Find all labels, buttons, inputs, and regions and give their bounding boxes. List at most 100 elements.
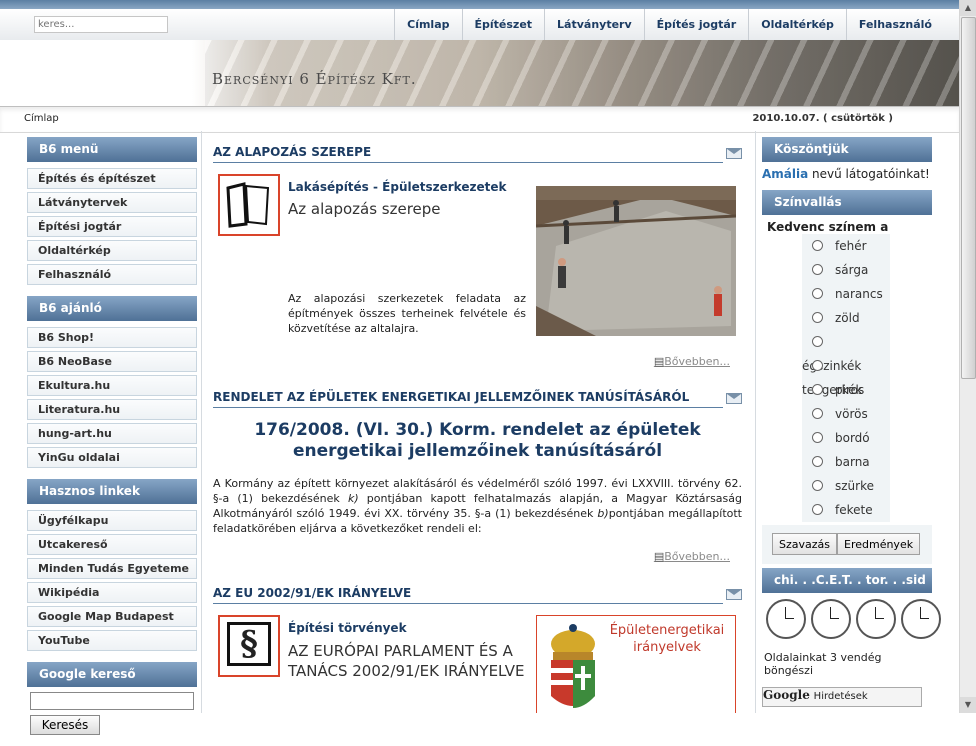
- clock-icon: [901, 599, 941, 639]
- hungarian-coat-of-arms-icon: [537, 616, 597, 713]
- link-google-map[interactable]: Google Map Budapest: [27, 606, 197, 627]
- radio-icon: [812, 312, 823, 323]
- breadcrumb-bar: Címlap 2010.10.07. ( csütörtök ): [0, 106, 960, 133]
- page-scrollbar[interactable]: ▲ ▼: [959, 0, 976, 713]
- poll-option[interactable]: fekete: [802, 498, 890, 522]
- email-icon[interactable]: [726, 148, 742, 159]
- poll-option[interactable]: bordó: [802, 426, 890, 450]
- email-icon[interactable]: [726, 393, 742, 404]
- link-ugyfelkapu[interactable]: Ügyfélkapu: [27, 510, 197, 531]
- scroll-thumb[interactable]: [961, 17, 976, 379]
- google-search-title: Google kereső: [27, 662, 197, 687]
- decree-heading: 176/2008. (VI. 30.) Korm. rendelet az ép…: [254, 420, 701, 461]
- radio-icon: [812, 480, 823, 491]
- menu-item-jogtar[interactable]: Építési jogtár: [27, 216, 197, 237]
- site-logo-text[interactable]: Bercsényi 6 Építész Kft.: [212, 70, 417, 88]
- results-button[interactable]: Eredmények: [837, 533, 921, 555]
- scroll-up-icon[interactable]: ▲: [960, 0, 976, 16]
- google-search-button[interactable]: Keresés: [30, 715, 100, 735]
- poll-option[interactable]: barna: [802, 450, 890, 474]
- poll-option[interactable]: zöld: [802, 306, 890, 330]
- useful-links-title: Hasznos linkek: [27, 479, 197, 504]
- vote-button[interactable]: Szavazás: [772, 533, 837, 555]
- clock-icon: [856, 599, 896, 639]
- link-wikipedia[interactable]: Wikipédia: [27, 582, 197, 603]
- menu-item-epites[interactable]: Építés és építészet: [27, 168, 197, 189]
- breadcrumb-home[interactable]: Címlap: [24, 113, 59, 124]
- current-date: 2010.10.07. ( csütörtök ): [752, 113, 893, 124]
- article-rendelet: RENDELET AZ ÉPÜLETEK ENERGETIKAI JELLEMZ…: [213, 390, 742, 570]
- poll-buttons: Szavazás Eredmények: [762, 525, 932, 564]
- nav-oldalterkep[interactable]: Oldaltérkép: [748, 9, 846, 40]
- welcome-title: Köszöntjük: [762, 137, 932, 162]
- radio-icon: [812, 456, 823, 467]
- article-eu-iranyelv: AZ EU 2002/91/EK IRÁNYELVE § Építési tör…: [213, 586, 742, 713]
- google-logo: Google: [763, 688, 810, 702]
- menu-item-felhasznalo[interactable]: Felhasználó: [27, 264, 197, 285]
- top-strip: [0, 0, 960, 9]
- poll-option[interactable]: szürke: [802, 474, 890, 498]
- foundation-photo: [535, 186, 737, 336]
- energy-directive-image: Épületenergetikai irányelvek: [536, 615, 736, 713]
- site-search-input[interactable]: [34, 16, 168, 33]
- ajanlo-ekultura[interactable]: Ekultura.hu: [27, 375, 197, 396]
- book-icon: [218, 174, 280, 236]
- ajanlo-b6-shop[interactable]: B6 Shop!: [27, 327, 197, 348]
- nav-epites-jogtar[interactable]: Építés jogtár: [643, 9, 749, 40]
- radio-icon: [812, 384, 823, 395]
- read-more-link[interactable]: Bővebben...: [654, 550, 730, 563]
- link-utcakereso[interactable]: Utcakereső: [27, 534, 197, 555]
- article-subtitle[interactable]: Az alapozás szerepe: [288, 200, 441, 218]
- poll-title: Színvallás: [762, 190, 932, 215]
- poll-option[interactable]: vörös: [802, 402, 890, 426]
- article-title[interactable]: RENDELET AZ ÉPÜLETEK ENERGETIKAI JELLEMZ…: [213, 390, 723, 408]
- email-icon[interactable]: [726, 589, 742, 600]
- poll-option[interactable]: piros: [802, 378, 890, 402]
- welcome-message: Amália nevű látogatóinkat!: [762, 167, 930, 181]
- scroll-down-icon[interactable]: ▼: [960, 697, 976, 713]
- article-title[interactable]: AZ EU 2002/91/EK IRÁNYELVE: [213, 586, 723, 604]
- google-search-input[interactable]: [30, 692, 194, 710]
- menu-item-oldalterkep[interactable]: Oldaltérkép: [27, 240, 197, 261]
- article-title[interactable]: AZ ALAPOZÁS SZEREPE: [213, 145, 723, 163]
- decree-text: A Kormány az épített környezet alakításá…: [213, 477, 742, 535]
- b6-ajanlo-title: B6 ajánló: [27, 296, 197, 321]
- menu-item-latvanytervek[interactable]: Látványtervek: [27, 192, 197, 213]
- poll-options: fehér sárga narancs zöld égszinkék tenge…: [802, 234, 890, 522]
- ajanlo-yingu[interactable]: YinGu oldalai: [27, 447, 197, 468]
- paragraph-sign-icon: §: [218, 615, 280, 677]
- google-search-box: Google kereső Keresés: [27, 662, 197, 735]
- radio-icon: [812, 360, 823, 371]
- link-mte[interactable]: Minden Tudás Egyeteme: [27, 558, 197, 579]
- b6-menu-title: B6 menü: [27, 137, 197, 162]
- useful-links-box: Hasznos linkek Ügyfélkapu Utcakereső Min…: [27, 479, 197, 651]
- visitors-count: Oldalainkat 3 vendég böngészi: [764, 651, 882, 677]
- article-subtitle[interactable]: AZ EURÓPAI PARLAMENT ÉS A TANÁCS 2002/91…: [288, 641, 528, 681]
- poll-question: Kedvenc színem a: [767, 220, 889, 234]
- clock-icon: [766, 599, 806, 639]
- poll-option[interactable]: sárga: [802, 258, 890, 282]
- article-alapozas: AZ ALAPOZÁS SZEREPE Lakásépítés - Épület…: [213, 145, 742, 375]
- right-sidebar: Köszöntjük Amália nevű látogatóinkat! Sz…: [762, 137, 941, 707]
- radio-icon: [812, 336, 823, 347]
- article-category[interactable]: Építési törvények: [288, 621, 407, 635]
- nav-epiteszet[interactable]: Építészet: [461, 9, 545, 40]
- welcome-name[interactable]: Amália: [762, 167, 808, 181]
- article-category[interactable]: Lakásépítés - Épületszerkezetek: [288, 180, 506, 194]
- poll-option[interactable]: fehér: [802, 234, 890, 258]
- google-ads-box[interactable]: Google Hirdetések: [762, 687, 922, 707]
- ajanlo-b6-neobase[interactable]: B6 NeoBase: [27, 351, 197, 372]
- ajanlo-hung-art[interactable]: hung-art.hu: [27, 423, 197, 444]
- ajanlo-literatura[interactable]: Literatura.hu: [27, 399, 197, 420]
- radio-icon: [812, 432, 823, 443]
- radio-icon: [812, 288, 823, 299]
- nav-cimlap[interactable]: Címlap: [394, 9, 461, 40]
- nav-felhasznalo[interactable]: Felhasználó: [845, 9, 944, 40]
- main-menu: Címlap Építészet Látványterv Építés jogt…: [394, 9, 944, 40]
- nav-latvanyterv[interactable]: Látványterv: [544, 9, 644, 40]
- read-more-link[interactable]: Bővebben...: [654, 355, 730, 368]
- poll-option[interactable]: narancs: [802, 282, 890, 306]
- poll-option[interactable]: égszinkék: [802, 330, 890, 373]
- top-nav-bar: Címlap Építészet Látványterv Építés jogt…: [0, 9, 960, 41]
- link-youtube[interactable]: YouTube: [27, 630, 197, 651]
